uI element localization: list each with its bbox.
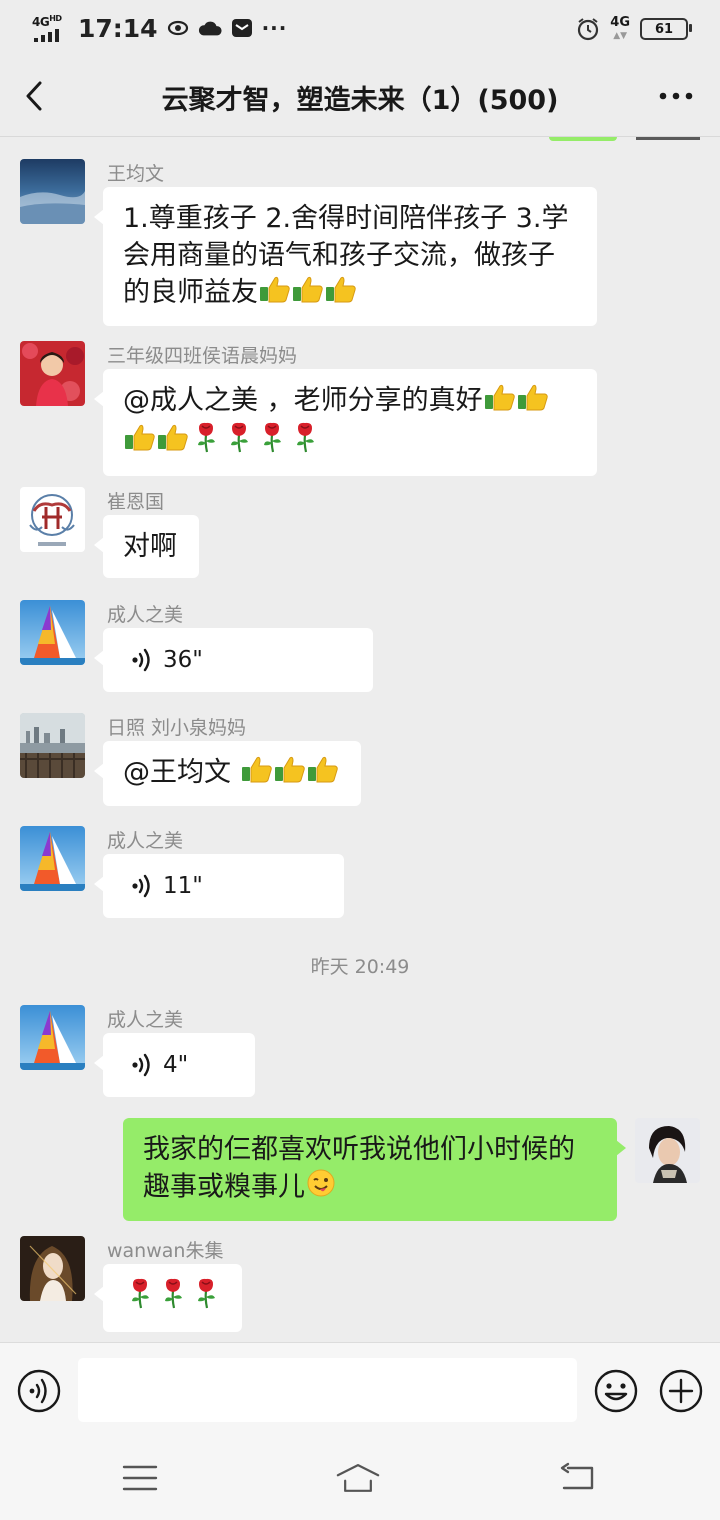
status-time: 17:14 [78,13,158,43]
message-text: 我家的仨都喜欢听我说他们小时候的趣事或糗事儿 [143,1134,575,1203]
network-right-label: 4G [610,14,630,30]
thumbs-up-icon [274,755,306,793]
sender-name: 成人之美 [107,830,184,852]
network-hd-label: HD [49,14,62,23]
alarm-icon [576,17,600,41]
sender-name: wanwan朱集 [107,1240,224,1262]
back-button[interactable] [14,76,54,116]
thumbs-up-icon [517,383,549,421]
network-type: 4GHD [32,14,62,29]
home-icon [336,1464,380,1492]
voice-wave-icon [132,1053,150,1077]
sender-name: 三年级四班侯语晨妈妈 [107,345,298,367]
voice-message-bubble[interactable]: 36" [94,628,373,692]
voice-wave-icon [132,648,150,672]
sender-name: 崔恩国 [107,491,165,513]
voice-input-button[interactable] [17,1369,61,1413]
voice-duration: 11" [163,872,203,899]
voice-message-bubble[interactable]: 4" [94,1033,255,1097]
avatar[interactable] [20,341,85,406]
sender-name: 日照 刘小泉妈妈 [107,717,247,739]
wink-emoji-icon [306,1168,336,1208]
message-input[interactable] [78,1358,577,1422]
sender-name: 王均文 [107,163,165,185]
rose-icon [289,421,321,463]
rose-icon [124,1277,156,1319]
home-button[interactable] [336,1458,380,1498]
voice-duration: 36" [163,646,203,673]
signal-icon: 4GHD [32,14,66,42]
avatar[interactable] [20,487,85,552]
message-text: @成人之美 ，老师分享的真好 [123,385,483,416]
avatar-self[interactable] [635,1118,700,1183]
status-more-dots: ··· [261,16,288,40]
avatar[interactable] [20,713,85,778]
more-dots-icon [659,92,693,100]
eye-notification-icon [166,16,190,40]
thumbs-up-icon [157,423,189,461]
previous-avatar-edge [636,137,700,140]
system-back-button[interactable] [556,1458,600,1498]
voice-wave-icon [132,874,150,898]
time-divider: 昨天 20:49 [310,956,410,978]
battery-icon: 61 [640,18,692,40]
rose-icon [190,1277,222,1319]
message-text: @王均文 [123,757,240,788]
mail-icon [230,16,254,40]
network-4g-indicator: 4G ▲▼ [610,14,630,41]
avatar[interactable] [20,1236,85,1301]
avatar[interactable] [20,159,85,224]
thumbs-up-icon [259,275,291,313]
rose-icon [157,1277,189,1319]
thumbs-up-icon [124,423,156,461]
system-nav-bar [0,1436,720,1520]
message-bubble[interactable]: @成人之美 ，老师分享的真好 [94,369,597,476]
cloud-icon [198,16,222,40]
message-bubble[interactable]: 1.尊重孩子 2.舍得时间陪伴孩子 3.学会用商量的语气和孩子交流，做孩子的良师… [94,187,597,326]
rose-icon [256,421,288,463]
input-bar [0,1342,720,1437]
thumbs-up-icon [241,755,273,793]
message-bubble[interactable]: @王均文 [94,741,361,806]
message-bubble[interactable]: 对啊 [94,515,199,578]
chat-area[interactable]: 王均文 1.尊重孩子 2.舍得时间陪伴孩子 3.学会用商量的语气和孩子交流，做孩… [0,137,720,1342]
rose-icon [190,421,222,463]
emoji-button[interactable] [593,1368,639,1414]
rose-icon [223,421,255,463]
message-bubble[interactable] [94,1264,242,1332]
status-right: 4G ▲▼ 61 [576,14,692,44]
status-left: 4GHD 17:14 ··· [32,12,287,44]
avatar[interactable] [20,826,85,891]
previous-message-bubble-edge [549,137,617,141]
menu-icon [122,1465,158,1491]
status-bar: 4GHD 17:14 ··· 4G ▲▼ 61 [0,0,720,56]
recent-apps-button[interactable] [118,1458,162,1498]
smiley-icon [594,1369,638,1413]
thumbs-up-icon [292,275,324,313]
thumbs-up-icon [307,755,339,793]
voice-icon [17,1369,61,1413]
voice-duration: 4" [163,1051,189,1078]
avatar[interactable] [20,600,85,665]
sender-name: 成人之美 [107,604,184,626]
avatar[interactable] [20,1005,85,1070]
thumbs-up-icon [325,275,357,313]
sender-name: 成人之美 [107,1009,184,1031]
thumbs-up-icon [484,383,516,421]
plus-icon [659,1369,703,1413]
more-options-button[interactable] [654,76,698,116]
battery-level: 61 [654,21,674,37]
more-functions-button[interactable] [658,1368,704,1414]
back-icon [560,1462,594,1490]
voice-message-bubble[interactable]: 11" [94,854,344,918]
chevron-left-icon [26,81,42,111]
message-text: 对啊 [123,531,177,562]
message-bubble[interactable]: 我家的仨都喜欢听我说他们小时候的趣事或糗事儿 [123,1118,626,1221]
network-label: 4G [32,15,50,29]
chat-title: 云聚才智，塑造未来（1）(500) [161,85,559,116]
title-bar: 云聚才智，塑造未来（1）(500) [0,56,720,137]
